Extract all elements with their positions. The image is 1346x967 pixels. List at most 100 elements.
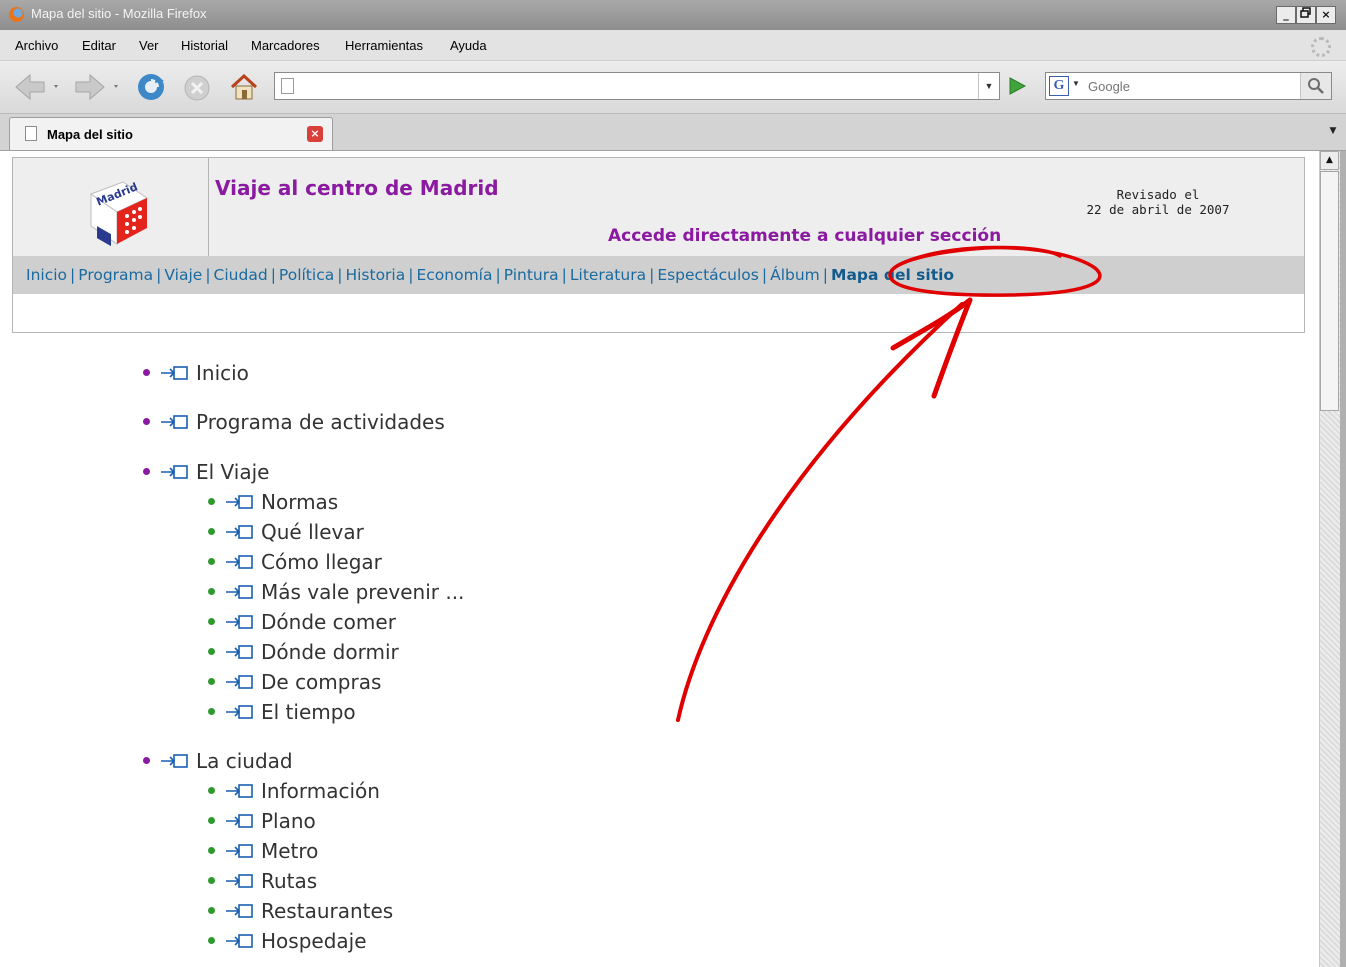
go-to-icon (226, 614, 253, 629)
nav-link-viaje[interactable]: Viaje (164, 266, 202, 284)
bullet-icon (208, 528, 215, 535)
sitemap-label[interactable]: El Viaje (196, 460, 269, 484)
back-button[interactable] (12, 72, 62, 102)
sitemap-label[interactable]: Dónde dormir (261, 640, 399, 664)
sitemap-subitem[interactable]: Dónde comer (208, 609, 396, 635)
go-to-icon (226, 584, 253, 599)
minimize-button[interactable]: _ (1276, 6, 1296, 24)
sitemap-label[interactable]: Programa de actividades (196, 410, 445, 434)
sitemap-item-la-ciudad[interactable]: La ciudad (143, 748, 293, 774)
nav-link-espectaculos[interactable]: Espectáculos (657, 266, 759, 284)
menu-ayuda[interactable]: Ayuda (450, 38, 487, 53)
nav-link-album[interactable]: Álbum (770, 266, 820, 284)
nav-link-pintura[interactable]: Pintura (504, 266, 559, 284)
sitemap-label[interactable]: El tiempo (261, 700, 356, 724)
close-window-button[interactable]: × (1316, 6, 1336, 24)
sitemap-label[interactable]: Información (261, 779, 380, 803)
sitemap-label[interactable]: Cómo llegar (261, 550, 382, 574)
bullet-icon (208, 877, 215, 884)
sitemap-subitem[interactable]: Cómo llegar (208, 549, 382, 575)
revised-label: Revisado el (1116, 187, 1200, 202)
site-subtitle: Accede directamente a cualquier sección (608, 226, 1002, 246)
sitemap-subitem[interactable]: Qué llevar (208, 519, 364, 545)
sitemap-item-programa[interactable]: Programa de actividades (143, 409, 445, 435)
sitemap-subitem[interactable]: Más vale prevenir ... (208, 579, 464, 605)
close-tab-icon[interactable]: × (307, 126, 323, 142)
go-to-icon (226, 873, 253, 888)
nav-link-economia[interactable]: Economía (416, 266, 492, 284)
menu-historial[interactable]: Historial (181, 38, 228, 53)
tab-list-button[interactable]: ▼ (1324, 118, 1342, 144)
reload-button[interactable] (134, 71, 168, 103)
sitemap-subitem[interactable]: Hospedaje (208, 928, 367, 954)
sitemap-item-el-viaje[interactable]: El Viaje (143, 459, 269, 485)
sitemap-label[interactable]: Plano (261, 809, 316, 833)
sitemap-subitem[interactable]: Normas (208, 489, 338, 515)
forward-button[interactable] (72, 72, 124, 102)
nav-link-programa[interactable]: Programa (78, 266, 153, 284)
nav-link-ciudad[interactable]: Ciudad (214, 266, 268, 284)
home-button[interactable] (228, 72, 260, 102)
tab-mapa-del-sitio[interactable]: Mapa del sitio × (9, 117, 333, 150)
engine-dropdown-icon[interactable]: ▼ (1072, 79, 1080, 88)
search-input[interactable] (1086, 75, 1300, 97)
scroll-thumb[interactable] (1320, 171, 1339, 411)
sitemap-label[interactable]: Restaurantes (261, 899, 393, 923)
restore-icon (1300, 7, 1311, 18)
sitemap-subitem[interactable]: Restaurantes (208, 898, 393, 924)
bullet-icon (208, 937, 215, 944)
menu-herramientas[interactable]: Herramientas (345, 38, 423, 53)
search-button[interactable] (1300, 73, 1331, 99)
sitemap-label[interactable]: Rutas (261, 869, 317, 893)
sitemap-label[interactable]: Inicio (196, 361, 249, 385)
sitemap-label[interactable]: Qué llevar (261, 520, 364, 544)
nav-link-mapa-del-sitio[interactable]: Mapa del sitio (831, 266, 954, 284)
go-to-icon (226, 813, 253, 828)
nav-link-literatura[interactable]: Literatura (570, 266, 646, 284)
menu-bar: Archivo Editar Ver Historial Marcadores … (0, 30, 1346, 61)
sitemap-label[interactable]: Normas (261, 490, 338, 514)
menu-archivo[interactable]: Archivo (15, 38, 58, 53)
sitemap-subitem[interactable]: Plano (208, 808, 316, 834)
search-box[interactable]: G ▼ (1045, 72, 1332, 100)
stop-button[interactable] (182, 73, 212, 103)
sitemap-label[interactable]: Hospedaje (261, 929, 367, 953)
madrid-logo[interactable]: Madrid (83, 176, 157, 248)
google-engine-icon[interactable]: G (1049, 76, 1069, 96)
sitemap-subitem[interactable]: Información (208, 778, 380, 804)
go-to-icon (226, 554, 253, 569)
scroll-up-button[interactable]: ▲ (1320, 151, 1339, 170)
revised-date: 22 de abril de 2007 (1086, 202, 1230, 217)
sitemap-subitem[interactable]: De compras (208, 669, 381, 695)
go-button[interactable] (1005, 76, 1029, 96)
sitemap-subitem[interactable]: El tiempo (208, 699, 356, 725)
sitemap-label[interactable]: Metro (261, 839, 318, 863)
menu-editar[interactable]: Editar (82, 38, 116, 53)
sitemap-subitem[interactable]: Dónde dormir (208, 639, 399, 665)
nav-link-inicio[interactable]: Inicio (26, 266, 67, 284)
sitemap-item-inicio[interactable]: Inicio (143, 360, 249, 386)
nav-link-historia[interactable]: Historia (345, 266, 405, 284)
url-bar[interactable]: ▼ (274, 72, 1000, 100)
page-icon (25, 126, 37, 141)
url-input[interactable] (301, 75, 965, 97)
site-nav: Inicio | Programa | Viaje | Ciudad | Política | Hi… (13, 256, 1304, 294)
url-dropdown-button[interactable]: ▼ (978, 73, 999, 99)
maximize-button[interactable] (1296, 6, 1316, 24)
nav-link-politica[interactable]: Política (279, 266, 334, 284)
bullet-icon (208, 907, 215, 914)
vertical-scrollbar[interactable]: ▲ (1319, 151, 1340, 967)
navigation-toolbar: ▼ G ▼ (0, 61, 1346, 114)
sitemap-label[interactable]: De compras (261, 670, 381, 694)
search-icon (1308, 78, 1324, 94)
sitemap-label[interactable]: Más vale prevenir ... (261, 580, 464, 604)
bullet-icon (143, 468, 150, 475)
go-to-icon (226, 933, 253, 948)
go-to-icon (226, 494, 253, 509)
sitemap-subitem[interactable]: Metro (208, 838, 318, 864)
sitemap-label[interactable]: La ciudad (196, 749, 293, 773)
sitemap-label[interactable]: Dónde comer (261, 610, 396, 634)
menu-ver[interactable]: Ver (139, 38, 159, 53)
menu-marcadores[interactable]: Marcadores (251, 38, 320, 53)
sitemap-subitem[interactable]: Rutas (208, 868, 317, 894)
